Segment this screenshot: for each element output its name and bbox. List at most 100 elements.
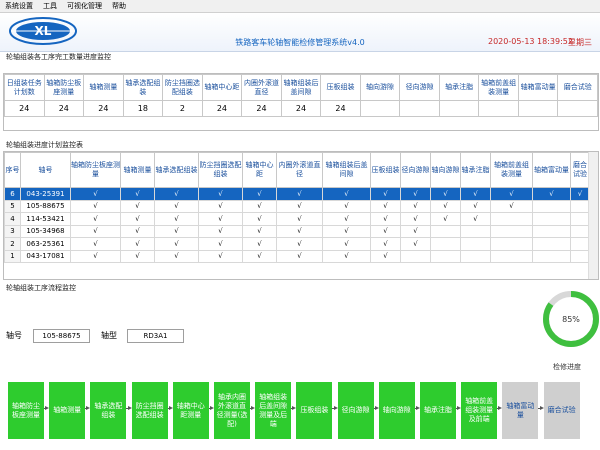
status-cell: √ — [198, 224, 243, 238]
status-cell — [570, 237, 590, 251]
flow-arrow — [373, 406, 380, 410]
plan-header-9[interactable]: 压板组装 — [370, 152, 401, 188]
row-index: 6 — [4, 187, 21, 201]
current-datetime: 2020-05-13 18:39:52 — [488, 37, 573, 46]
plan-header-1[interactable]: 轴号 — [20, 152, 71, 188]
axle-type-label: 轴型 — [101, 331, 117, 340]
plan-vertical-scrollbar[interactable] — [588, 152, 598, 279]
plan-header-2[interactable]: 轴箱防尘板座测量 — [70, 152, 121, 188]
summary-header-3: 轴承选配组装 — [122, 74, 164, 101]
plan-header-0[interactable]: 序号 — [4, 152, 21, 188]
plan-header-7[interactable]: 内圈外滚道直径 — [276, 152, 323, 188]
plan-header-5[interactable]: 防尘挡圈选配组装 — [198, 152, 243, 188]
status-cell: √ — [70, 249, 121, 263]
table-row[interactable]: 3 105-34968 √ √ √ √ √ √ √ √ √ — [4, 224, 590, 238]
status-cell: √ — [430, 212, 461, 226]
flow-arrow — [126, 406, 132, 410]
plan-header-15[interactable]: 磨合试验 — [570, 152, 590, 188]
plan-header-14[interactable]: 轴箱富动量 — [532, 152, 571, 188]
process-step-14: 磨合试验 — [543, 382, 580, 439]
status-cell: √ — [322, 212, 371, 226]
summary-value-12 — [478, 100, 519, 117]
app-header: XL 铁路客车轮轴智能检修管理系统v4.0 2020-05-13 18:39:5… — [0, 13, 600, 52]
axle-number-cell: 105-88675 — [20, 199, 71, 213]
table-row[interactable]: 5 105-88675 √ √ √ √ √ √ √ √ √ √ √ √ — [4, 199, 590, 213]
menu-visual-management[interactable]: 可视化管理 — [62, 1, 107, 11]
table-row[interactable]: 2 063-25361 √ √ √ √ √ √ √ √ √ — [4, 237, 590, 251]
axle-number-cell: 063-25361 — [20, 237, 71, 251]
summary-header-9: 轴向游隙 — [359, 74, 401, 101]
status-cell: √ — [400, 212, 431, 226]
status-cell — [400, 249, 431, 263]
plan-header-4[interactable]: 轴承选配组装 — [154, 152, 199, 188]
process-step-12: 轴箱前盖组装测量及前端 — [461, 382, 498, 439]
plan-header-11[interactable]: 轴向游隙 — [430, 152, 461, 188]
flow-arrow — [167, 406, 174, 410]
status-cell: √ — [400, 187, 431, 201]
status-cell: √ — [276, 237, 323, 251]
plan-header-6[interactable]: 轴箱中心距 — [242, 152, 277, 188]
status-cell: √ — [370, 237, 401, 251]
flow-arrow — [44, 406, 50, 410]
status-cell — [490, 224, 533, 238]
status-cell: √ — [198, 187, 243, 201]
process-step-2: 轴箱测量 — [49, 382, 86, 439]
table-row[interactable]: 4 114-53421 √ √ √ √ √ √ √ √ √ √ √ — [4, 212, 590, 226]
axle-type-field: RD3A1 — [127, 329, 184, 343]
summary-table: 日组装任务计划数 轴箱防尘板座测量 轴箱测量 轴承选配组装 防尘挡圈选配组装 轴箱中心距内… — [4, 74, 598, 117]
status-cell: √ — [430, 199, 461, 213]
status-cell: √ — [490, 199, 533, 213]
summary-section-title: 轮轴组装各工序完工数量进度监控 — [6, 53, 111, 61]
current-weekday: 星期三 — [568, 38, 592, 47]
menu-help[interactable]: 帮助 — [107, 1, 131, 11]
status-cell: √ — [276, 212, 323, 226]
process-section-title: 轮轴组装工序流程监控 — [6, 284, 76, 292]
summary-header-13: 轴箱富动量 — [517, 74, 559, 101]
plan-header-12[interactable]: 轴承注脂 — [460, 152, 491, 188]
summary-value-13 — [517, 100, 559, 117]
status-cell: √ — [370, 187, 401, 201]
plan-header-3[interactable]: 轴箱测量 — [120, 152, 155, 188]
process-step-13: 轴箱富动量 — [502, 382, 539, 439]
plan-panel: 序号 轴号 轴箱防尘板座测量 轴箱测量 轴承选配组装 防尘挡圈选配组装 轴箱中心距 内圈外滚道… — [3, 151, 599, 280]
process-step-8: 压板组装 — [296, 382, 333, 439]
process-step-11: 轴承注脂 — [420, 382, 456, 439]
status-cell: √ — [198, 237, 243, 251]
progress-ring: 85% — [543, 291, 599, 347]
status-cell: √ — [460, 199, 491, 213]
status-cell — [532, 199, 571, 213]
table-row[interactable]: 6 043-25391 √ √ √ √ √ √ √ √ √ √ √ √ √ √ — [4, 187, 590, 201]
menu-system-settings[interactable]: 系统设置 — [0, 1, 38, 11]
summary-header-1: 轴箱防尘板座测量 — [43, 74, 85, 101]
axle-number-cell: 105-34968 — [20, 224, 71, 238]
plan-header-8[interactable]: 轴箱组装后盖间隙 — [322, 152, 371, 188]
summary-header-0: 日组装任务计划数 — [4, 74, 45, 101]
plan-header-13[interactable]: 轴箱前盖组装测量 — [490, 152, 533, 188]
status-cell: √ — [322, 199, 371, 213]
status-cell — [430, 249, 461, 263]
plan-header-10[interactable]: 径向游隙 — [400, 152, 431, 188]
status-cell — [430, 224, 461, 238]
table-row[interactable]: 1 043-17081 √ √ √ √ √ √ √ √ — [4, 249, 590, 263]
summary-header-10: 径向游隙 — [399, 74, 440, 101]
status-cell — [490, 237, 533, 251]
status-cell: √ — [154, 212, 199, 226]
status-cell: √ — [322, 187, 371, 201]
status-cell: √ — [460, 187, 491, 201]
flow-arrow — [332, 406, 338, 410]
menu-tools[interactable]: 工具 — [38, 1, 62, 11]
status-cell: √ — [460, 212, 491, 226]
process-step-9: 径向游隙 — [337, 382, 374, 439]
status-cell: √ — [400, 237, 431, 251]
summary-header-14: 磨合试验 — [557, 74, 598, 101]
status-cell — [430, 237, 461, 251]
menu-bar: 系统设置 工具 可视化管理 帮助 — [0, 0, 600, 13]
summary-value-10 — [399, 100, 440, 117]
status-cell — [460, 249, 491, 263]
status-cell: √ — [198, 199, 243, 213]
summary-header-5: 轴箱中心距 — [201, 74, 243, 101]
status-cell: √ — [154, 187, 199, 201]
status-cell: √ — [430, 187, 461, 201]
status-cell: √ — [120, 237, 155, 251]
progress-value: 85% — [562, 315, 580, 324]
